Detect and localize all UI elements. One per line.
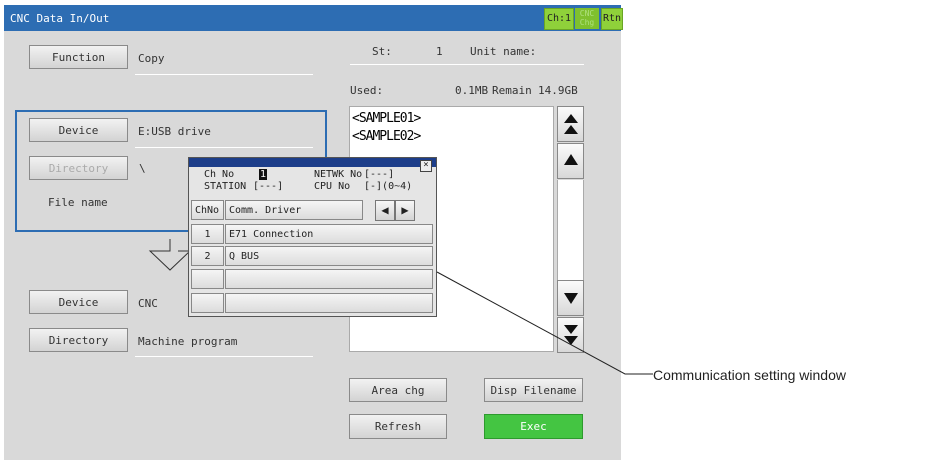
source-device-underline bbox=[135, 147, 313, 148]
callout-leader-line bbox=[436, 271, 653, 375]
function-underline bbox=[135, 74, 313, 75]
row-chno[interactable] bbox=[191, 269, 224, 289]
row-driver[interactable]: E71 Connection bbox=[225, 224, 433, 244]
dest-directory-button[interactable]: Directory bbox=[29, 328, 128, 352]
callout-label: Communication setting window bbox=[653, 367, 846, 383]
remain-value: 14.9GB bbox=[538, 84, 578, 97]
status-underline bbox=[350, 64, 584, 65]
cpu-no-value[interactable]: [-](0~4) bbox=[364, 181, 412, 192]
function-value: Copy bbox=[138, 52, 165, 65]
refresh-button[interactable]: Refresh bbox=[349, 414, 447, 439]
function-button[interactable]: Function bbox=[29, 45, 128, 69]
communication-setting-window[interactable]: × Ch No 1 NETWK No [---] STATION [---] C… bbox=[188, 157, 437, 317]
close-icon[interactable]: × bbox=[420, 160, 432, 172]
source-device-button[interactable]: Device bbox=[29, 118, 128, 142]
area-chg-button[interactable]: Area chg bbox=[349, 378, 447, 402]
unit-name-label: Unit name: bbox=[470, 45, 537, 58]
prev-arrow-icon[interactable]: ◀ bbox=[375, 200, 395, 221]
next-arrow-icon[interactable]: ▶ bbox=[395, 200, 415, 221]
source-directory-button[interactable]: Directory bbox=[29, 156, 128, 180]
cnc-chg-button: CNC Chg bbox=[575, 8, 599, 29]
station-value[interactable]: [---] bbox=[253, 181, 283, 192]
cpu-no-label: CPU No bbox=[314, 181, 351, 192]
used-label: Used: bbox=[350, 84, 384, 97]
used-value: 0.1MB bbox=[455, 84, 489, 97]
comm-window-title-bar bbox=[189, 158, 436, 167]
row-driver[interactable]: Q BUS bbox=[225, 246, 433, 266]
exec-button[interactable]: Exec bbox=[484, 414, 583, 439]
row-driver[interactable] bbox=[225, 293, 433, 313]
window-title: CNC Data In/Out bbox=[10, 12, 110, 25]
scroll-top-icon[interactable] bbox=[557, 106, 584, 142]
source-directory-value: \ bbox=[139, 162, 146, 175]
remain-label: Remain bbox=[492, 84, 532, 97]
file-list-item[interactable]: <SAMPLE01> bbox=[352, 111, 421, 126]
netwk-no-label: NETWK No bbox=[314, 169, 363, 180]
scroll-up-icon[interactable] bbox=[557, 143, 584, 179]
file-list-item[interactable]: <SAMPLE02> bbox=[352, 129, 421, 144]
comm-driver-header: Comm. Driver bbox=[225, 200, 363, 220]
ch-no-input[interactable]: 1 bbox=[259, 169, 268, 180]
row-chno[interactable] bbox=[191, 293, 224, 313]
scroll-track[interactable] bbox=[557, 180, 584, 280]
dest-directory-underline bbox=[135, 356, 313, 357]
title-bar: CNC Data In/Out Ch:1 CNC Chg Rtn bbox=[4, 5, 623, 31]
station-label: STATION bbox=[204, 181, 247, 192]
st-label: St: bbox=[372, 45, 392, 58]
netwk-no-value[interactable]: [---] bbox=[364, 169, 394, 180]
file-name-label: File name bbox=[48, 196, 108, 209]
return-button[interactable]: Rtn bbox=[601, 8, 623, 30]
row-driver[interactable] bbox=[225, 269, 433, 289]
ch-no-label: Ch No bbox=[204, 169, 235, 180]
st-value: 1 bbox=[436, 45, 443, 58]
dest-device-button[interactable]: Device bbox=[29, 290, 128, 314]
row-chno[interactable]: 2 bbox=[191, 246, 224, 266]
dest-device-value: CNC bbox=[138, 297, 158, 310]
source-device-value: E:USB drive bbox=[138, 125, 211, 138]
dest-directory-value: Machine program bbox=[138, 335, 238, 348]
chno-header: ChNo bbox=[191, 200, 224, 220]
channel-button[interactable]: Ch:1 bbox=[544, 8, 574, 30]
row-chno[interactable]: 1 bbox=[191, 224, 224, 244]
